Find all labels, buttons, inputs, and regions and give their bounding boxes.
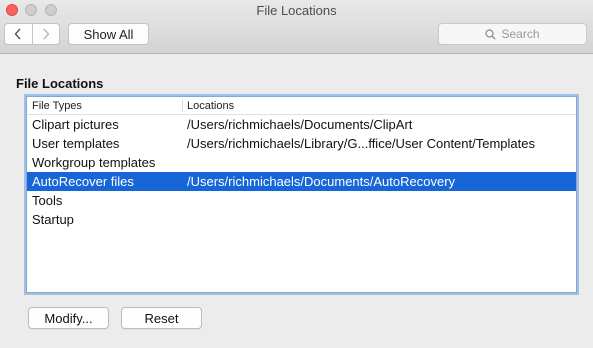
chevron-right-icon xyxy=(43,28,50,40)
table-header: File Types Locations xyxy=(27,97,576,115)
file-type-cell: Workgroup templates xyxy=(32,155,156,170)
back-button[interactable] xyxy=(5,24,32,44)
chevron-left-icon xyxy=(14,28,21,40)
table-row[interactable]: Startup xyxy=(27,210,576,229)
window-toolbar: File Locations Show All Search xyxy=(0,0,593,54)
file-type-cell: Clipart pictures xyxy=(32,117,119,132)
file-type-cell: User templates xyxy=(32,136,120,151)
navigation-group xyxy=(4,23,60,45)
search-placeholder: Search xyxy=(501,27,540,41)
table-row[interactable]: Clipart pictures /Users/richmichaels/Doc… xyxy=(27,115,576,134)
show-all-button[interactable]: Show All xyxy=(68,23,149,45)
forward-button[interactable] xyxy=(31,24,60,44)
file-locations-table[interactable]: File Types Locations Clipart pictures /U… xyxy=(26,96,577,293)
table-row[interactable]: Tools xyxy=(27,191,576,210)
file-type-cell: Tools xyxy=(32,193,63,208)
search-icon xyxy=(485,28,497,40)
reset-button[interactable]: Reset xyxy=(121,307,202,329)
file-type-cell: Startup xyxy=(32,212,74,227)
preferences-window: File Locations Show All Search File Loca… xyxy=(0,0,593,348)
table-row[interactable]: Workgroup templates xyxy=(27,153,576,172)
column-header-file-types[interactable]: File Types xyxy=(27,99,183,112)
window-title: File Locations xyxy=(256,3,337,18)
section-title: File Locations xyxy=(16,76,104,91)
column-header-locations[interactable]: Locations xyxy=(183,100,234,112)
location-cell: /Users/richmichaels/Documents/AutoRecove… xyxy=(187,174,456,189)
table-row[interactable]: User templates /Users/richmichaels/Libra… xyxy=(27,134,576,153)
location-cell: /Users/richmichaels/Documents/ClipArt xyxy=(187,117,413,132)
file-type-cell: AutoRecover files xyxy=(32,174,134,189)
table-row-selected[interactable]: AutoRecover files /Users/richmichaels/Do… xyxy=(27,172,576,191)
search-field[interactable]: Search xyxy=(438,23,587,45)
location-cell: /Users/richmichaels/Library/G...ffice/Us… xyxy=(187,136,535,151)
modify-button[interactable]: Modify... xyxy=(28,307,109,329)
